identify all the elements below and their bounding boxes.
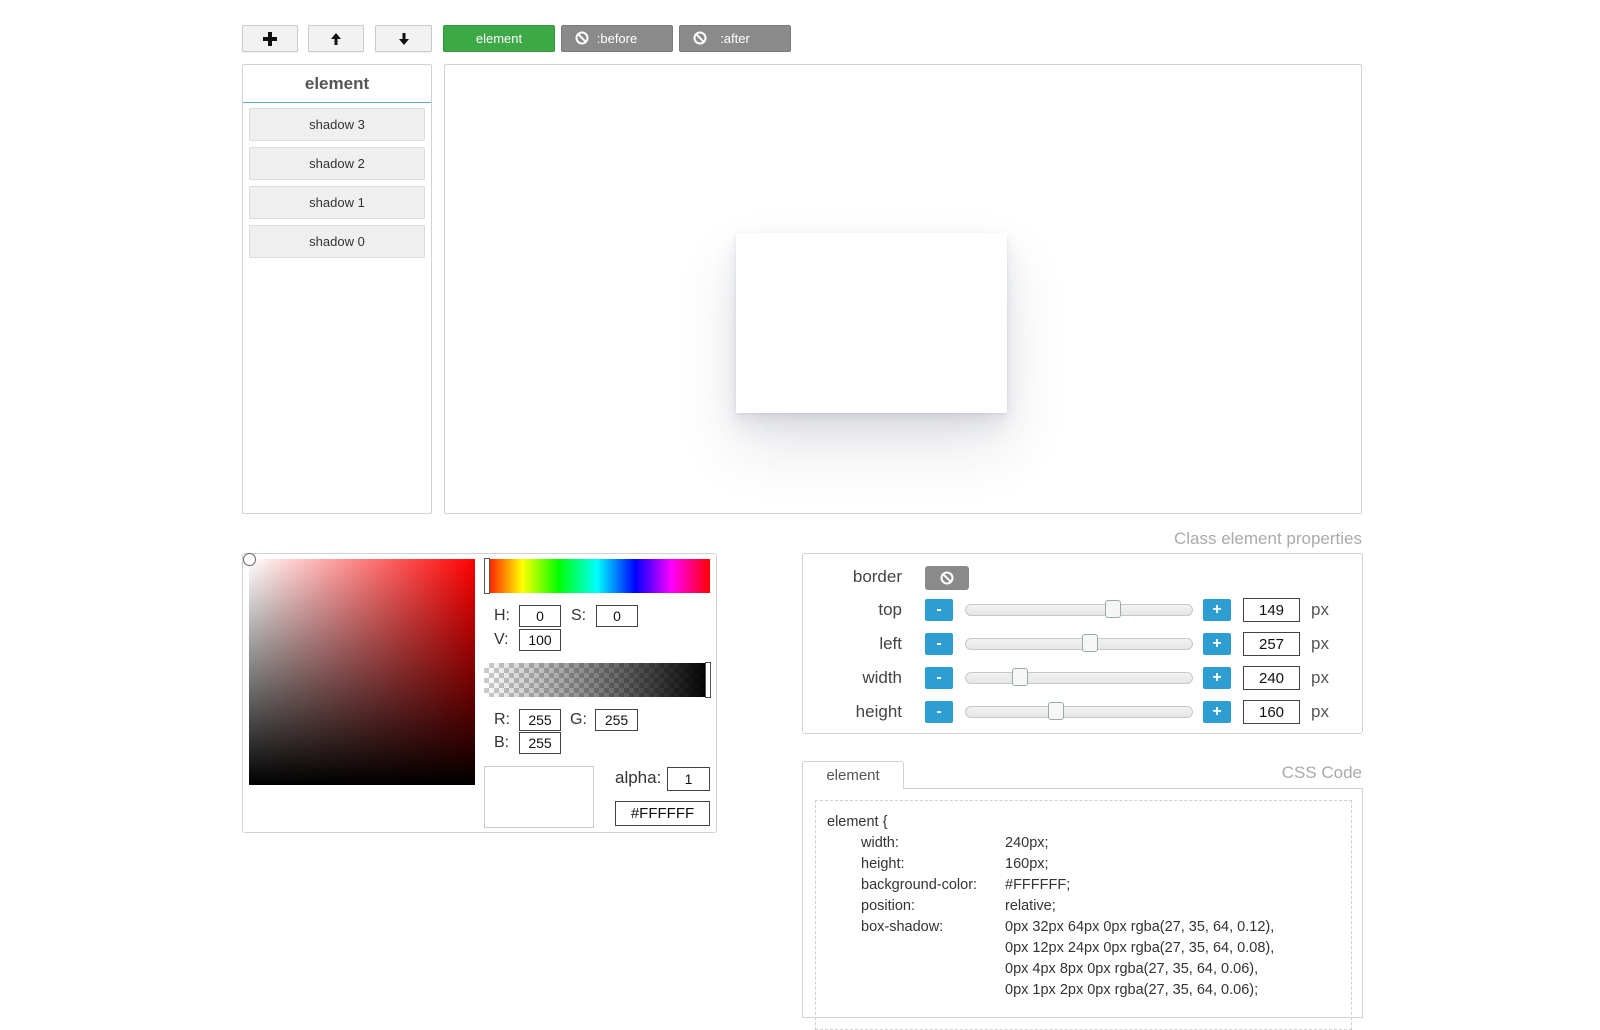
css-value-continued: 0px 12px 24px 0px rgba(27, 35, 64, 0.08)… (1005, 940, 1275, 956)
height-increment-button[interactable]: + (1203, 701, 1231, 723)
width-unit: px (1311, 668, 1329, 687)
css-prop: height: (861, 856, 905, 872)
width-increment-button[interactable]: + (1203, 667, 1231, 689)
width-slider[interactable] (965, 668, 1193, 686)
v-label: V: (494, 631, 509, 648)
color-swatch (484, 766, 594, 828)
layer-item-shadow-3[interactable]: shadow 3 (249, 108, 425, 141)
tab-before[interactable]: :before (561, 25, 673, 52)
alpha-handle[interactable] (705, 662, 711, 698)
prop-label-width: width (862, 668, 902, 687)
ban-icon (693, 31, 707, 45)
h-input[interactable]: 0 (519, 605, 561, 627)
left-increment-button[interactable]: + (1203, 633, 1231, 655)
tab-after[interactable]: :after (679, 25, 791, 52)
layers-panel: element shadow 3 shadow 2 shadow 1 shado… (242, 64, 432, 514)
properties-caption: Class element properties (1173, 529, 1362, 548)
height-slider[interactable] (965, 702, 1193, 720)
width-value-input[interactable]: 240 (1243, 666, 1300, 690)
b-label: B: (494, 734, 510, 751)
sv-handle[interactable] (243, 553, 256, 566)
border-label: border (852, 567, 902, 586)
width-decrement-button[interactable]: - (925, 667, 953, 689)
tab-after-label: :after (720, 31, 750, 46)
css-prop: width: (861, 835, 899, 851)
top-slider[interactable] (965, 600, 1193, 618)
r-input[interactable]: 255 (519, 709, 561, 731)
color-picker: H: 0 S: 0 V: 100 R: 255 G: 255 B: 255 al… (242, 553, 717, 833)
layer-item-shadow-0[interactable]: shadow 0 (249, 225, 425, 258)
height-value-input[interactable]: 160 (1243, 700, 1300, 724)
prop-label-left: left (879, 634, 902, 653)
css-value: 240px; (1005, 835, 1049, 851)
left-decrement-button[interactable]: - (925, 633, 953, 655)
left-unit: px (1311, 634, 1329, 653)
css-value: 160px; (1005, 856, 1049, 872)
prop-label-height: height (855, 702, 902, 721)
g-label: G: (570, 711, 587, 728)
left-slider-thumb[interactable] (1082, 634, 1098, 652)
layer-item-shadow-2[interactable]: shadow 2 (249, 147, 425, 180)
layer-item-shadow-1[interactable]: shadow 1 (249, 186, 425, 219)
tab-element-label: element (475, 31, 523, 46)
width-slider-thumb[interactable] (1012, 668, 1028, 686)
height-slider-thumb[interactable] (1048, 702, 1064, 720)
left-slider[interactable] (965, 634, 1193, 652)
css-selector: element { (827, 814, 888, 830)
css-code-panel: element { width: 240px; height: 160px; b… (802, 788, 1363, 1030)
v-input[interactable]: 100 (519, 629, 561, 651)
hue-slider[interactable] (484, 558, 710, 594)
border-toggle-button[interactable] (925, 566, 969, 590)
ban-icon (575, 31, 589, 45)
css-prop: background-color: (861, 877, 978, 893)
css-value-continued: 0px 4px 8px 0px rgba(27, 35, 64, 0.06), (1005, 961, 1259, 977)
move-up-button[interactable] (308, 25, 364, 52)
h-label: H: (494, 607, 510, 624)
top-decrement-button[interactable]: - (925, 599, 953, 621)
properties-panel: border top - + 149 px left - + 257 px wi… (802, 553, 1363, 734)
alpha-label: alpha: (615, 768, 662, 787)
top-value-input[interactable]: 149 (1243, 598, 1300, 622)
preview-element[interactable] (736, 233, 1007, 413)
layers-title: element (243, 65, 431, 103)
alpha-input[interactable]: 1 (667, 767, 710, 791)
height-decrement-button[interactable]: - (925, 701, 953, 723)
left-value-input[interactable]: 257 (1243, 632, 1300, 656)
hex-input[interactable]: #FFFFFF (615, 801, 710, 826)
saturation-value-area[interactable] (243, 553, 475, 785)
tab-before-label: :before (596, 31, 638, 46)
css-code-caption: CSS Code (1281, 763, 1362, 782)
css-value: #FFFFFF; (1005, 877, 1071, 893)
hue-handle[interactable] (484, 558, 490, 594)
arrow-down-icon (398, 32, 409, 45)
css-prop: position: (861, 898, 916, 914)
plus-icon (263, 31, 277, 46)
ban-icon (940, 571, 954, 585)
css-prop: box-shadow: (861, 919, 944, 935)
g-input[interactable]: 255 (595, 709, 638, 731)
add-layer-button[interactable] (242, 25, 298, 52)
top-increment-button[interactable]: + (1203, 599, 1231, 621)
css-code-tab-element[interactable]: element (802, 761, 904, 789)
move-down-button[interactable] (375, 25, 432, 52)
height-unit: px (1311, 702, 1329, 721)
css-value-continued: 0px 1px 2px 0px rgba(27, 35, 64, 0.06); (1005, 982, 1259, 998)
preview-canvas (444, 64, 1362, 514)
top-slider-thumb[interactable] (1105, 600, 1121, 618)
css-code-block: element { width: 240px; height: 160px; b… (815, 800, 1352, 1030)
top-unit: px (1311, 600, 1329, 619)
tab-element[interactable]: element (443, 25, 555, 52)
css-value: relative; (1005, 898, 1056, 914)
s-label: S: (571, 607, 587, 624)
arrow-up-icon (331, 32, 341, 45)
r-label: R: (494, 711, 510, 728)
css-value: 0px 32px 64px 0px rgba(27, 35, 64, 0.12)… (1005, 919, 1275, 935)
prop-label-top: top (878, 600, 902, 619)
b-input[interactable]: 255 (519, 732, 561, 754)
alpha-slider[interactable] (484, 662, 711, 698)
s-input[interactable]: 0 (596, 605, 638, 627)
